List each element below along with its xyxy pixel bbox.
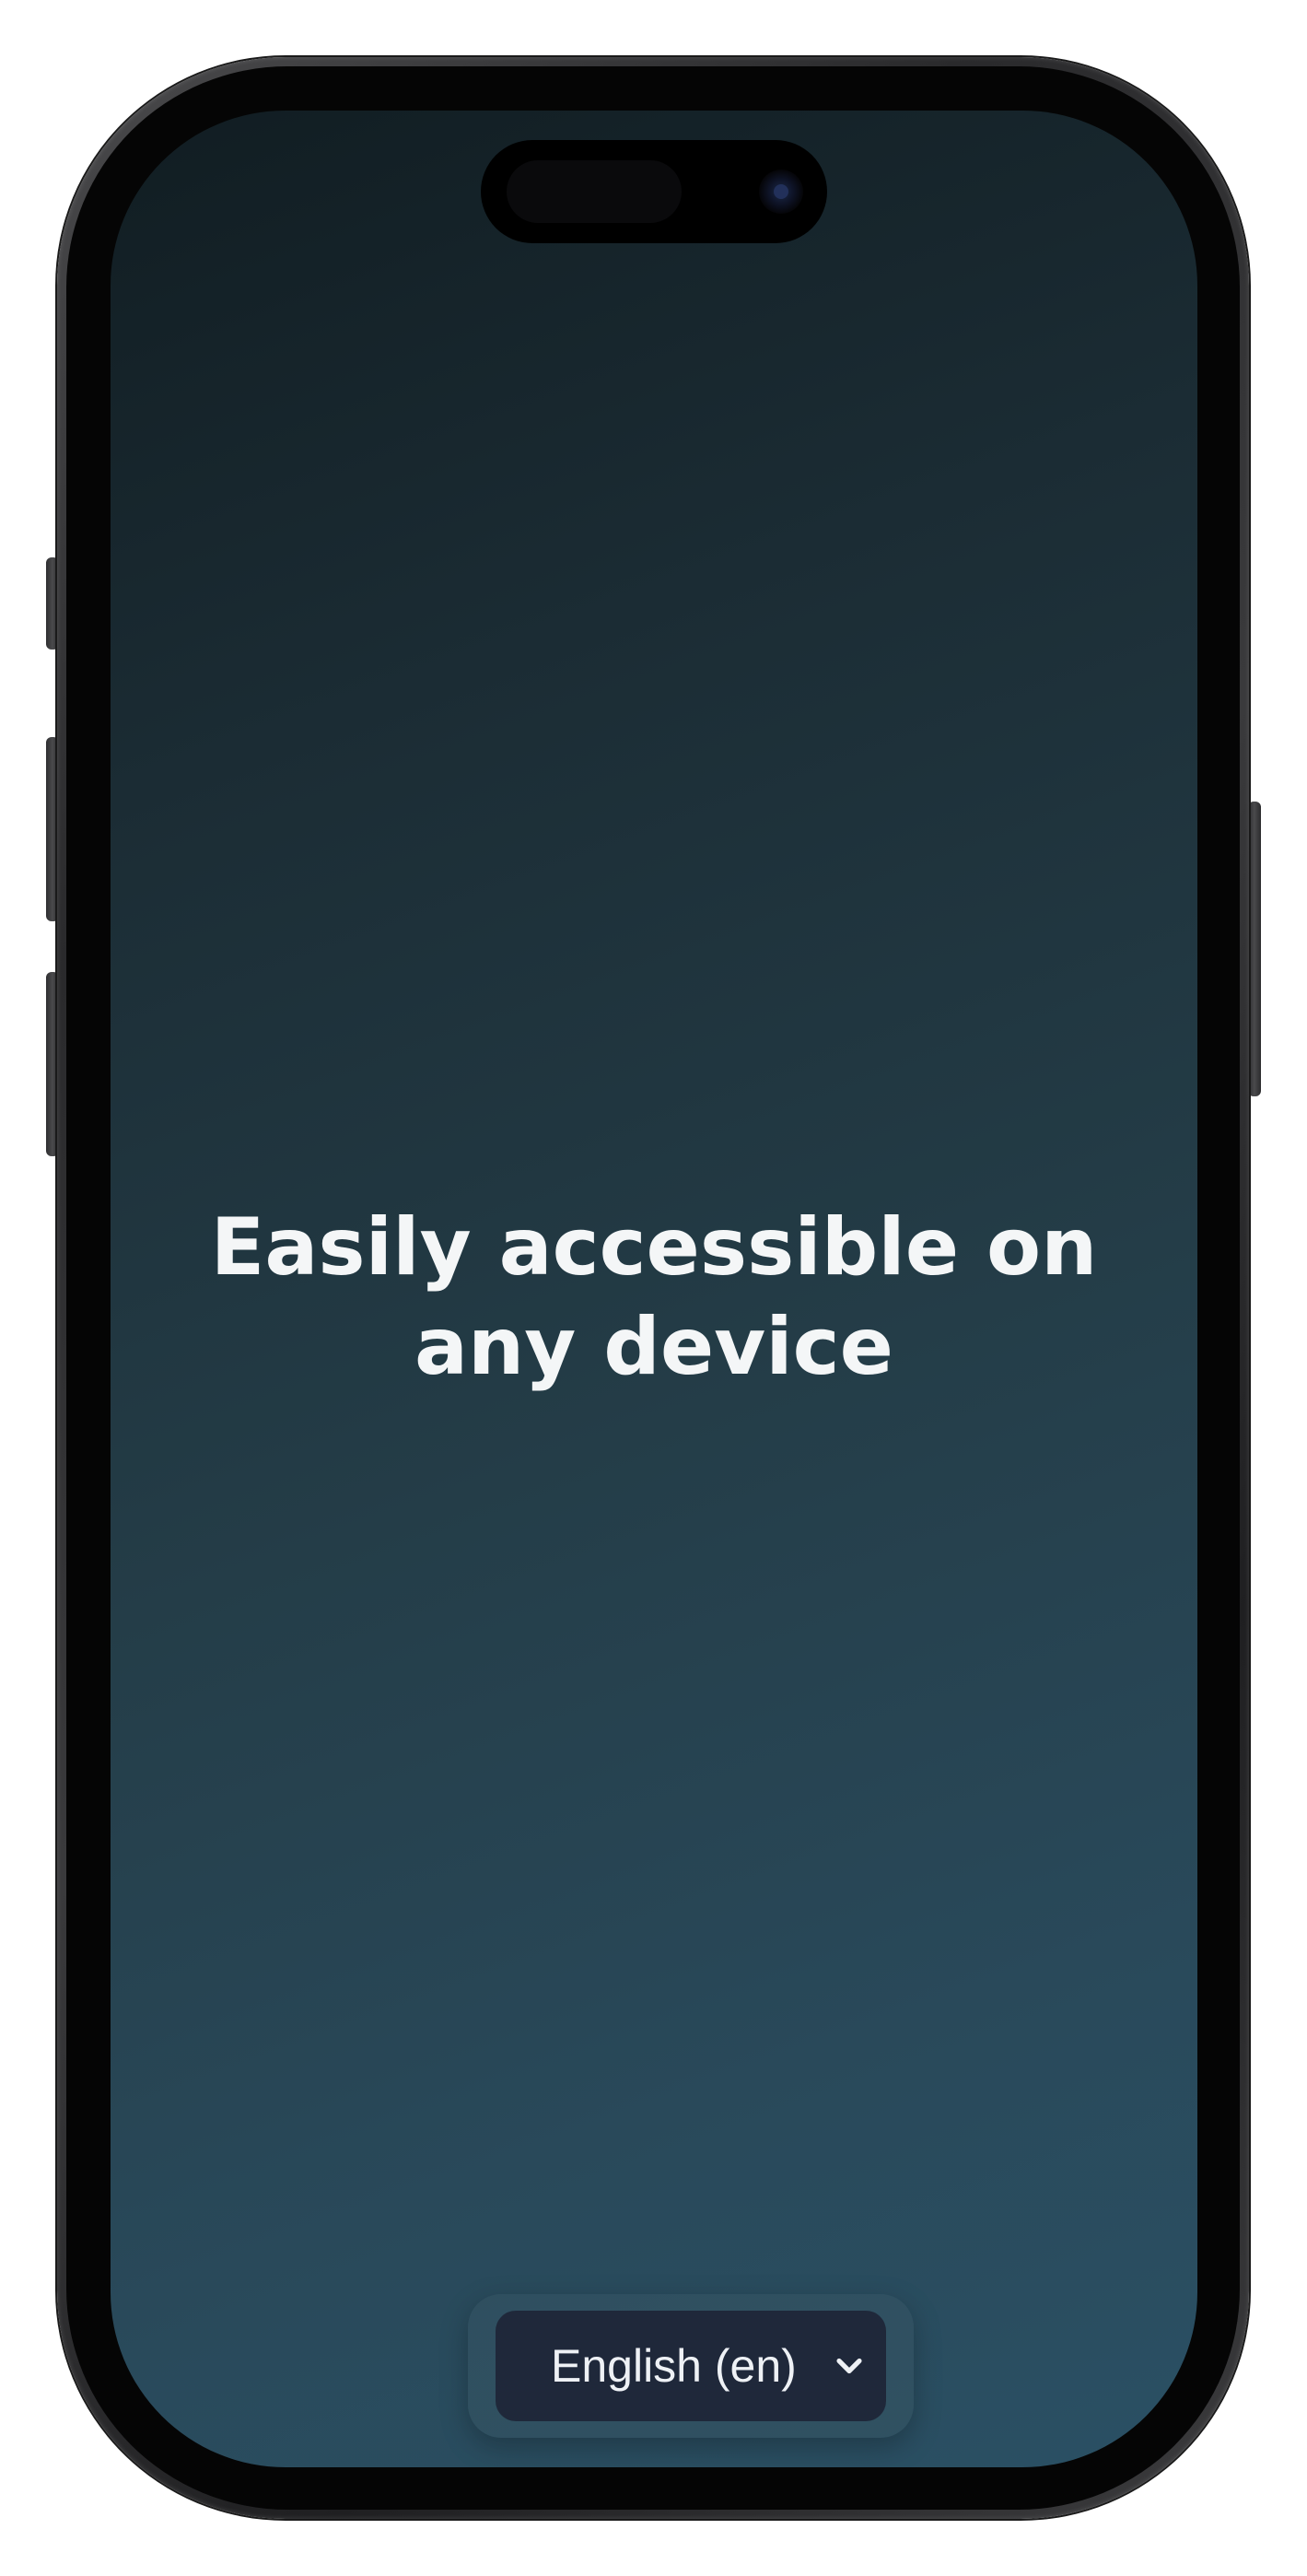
power-button [1248, 802, 1261, 1096]
language-select[interactable]: English (en) [496, 2311, 886, 2421]
page: Easily accessible on any device English … [0, 0, 1307, 2576]
face-id-sensor [507, 160, 682, 223]
headline-line-1: Easily accessible on [210, 1201, 1098, 1294]
dynamic-island [481, 140, 827, 243]
onboarding-headline: Easily accessible on any device [111, 1198, 1197, 1397]
front-camera-icon [759, 170, 803, 214]
headline-line-2: any device [414, 1301, 893, 1393]
language-selector-container: English (en) [468, 2294, 914, 2438]
chevron-down-icon [836, 2358, 862, 2374]
phone-screen: Easily accessible on any device English … [111, 111, 1197, 2467]
language-select-value: English (en) [551, 2340, 797, 2392]
